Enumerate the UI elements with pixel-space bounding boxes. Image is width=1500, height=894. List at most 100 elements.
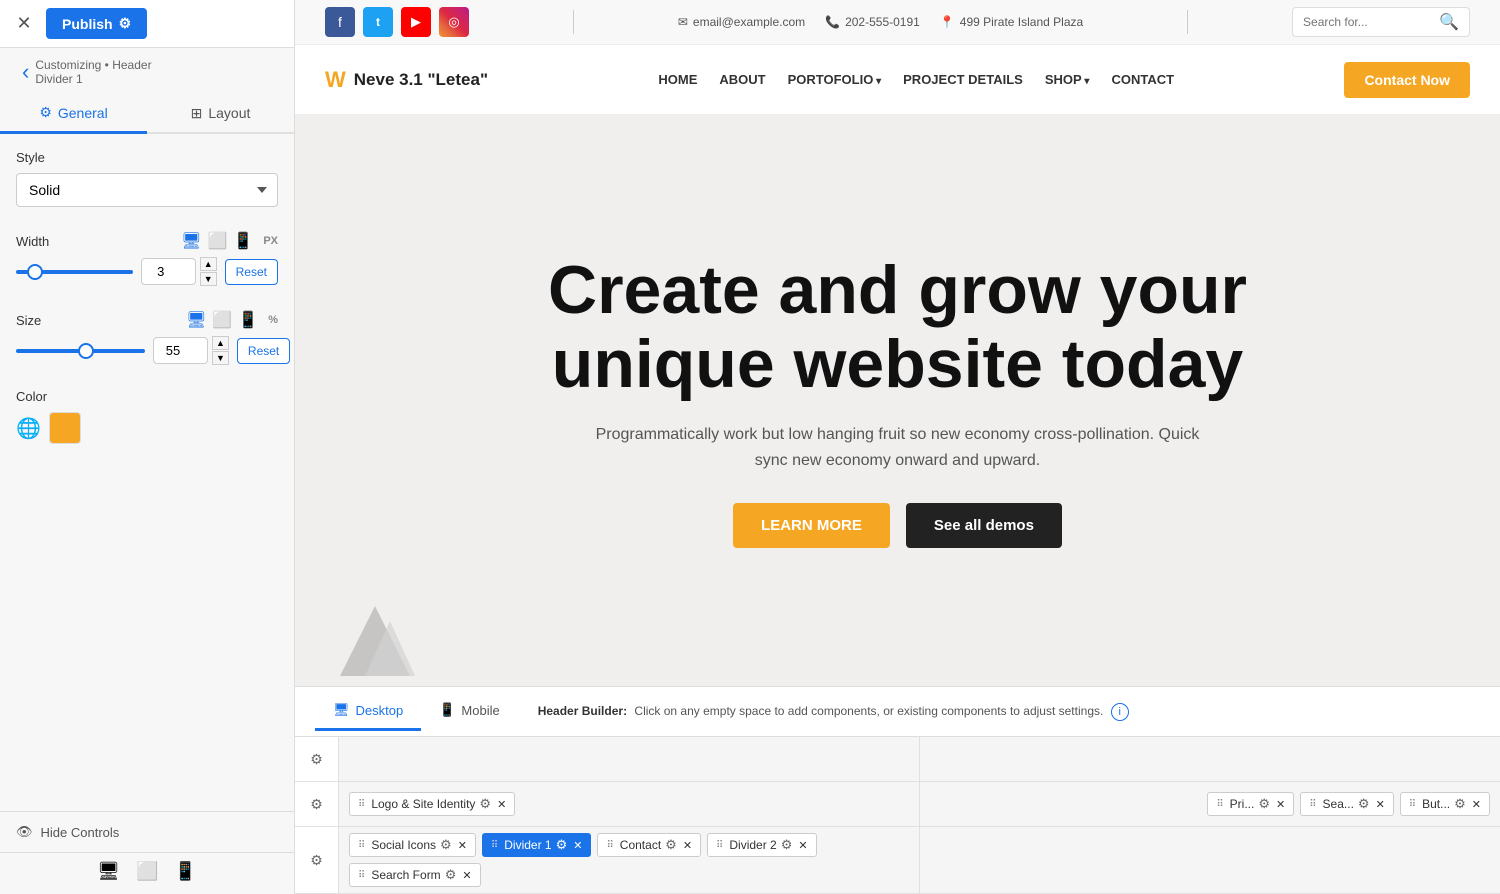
chip-search-form-gear[interactable]: ⚙ bbox=[445, 867, 457, 883]
nav-home[interactable]: HOME bbox=[658, 72, 697, 87]
hb-row1-left[interactable] bbox=[339, 737, 920, 781]
twitter-icon[interactable]: t bbox=[363, 7, 393, 37]
drag-icon: ⠿ bbox=[1409, 799, 1416, 810]
mobile-icon-size[interactable]: 📱 bbox=[238, 310, 258, 330]
facebook-icon[interactable]: f bbox=[325, 7, 355, 37]
header-builder-area: ⚙ ⚙ ⠿ Logo & Site Identity ⚙ ✕ ⠿ bbox=[295, 736, 1500, 894]
hide-controls-button[interactable]: 👁 Hide Controls bbox=[0, 811, 294, 852]
chip-contact-close[interactable]: ✕ bbox=[683, 839, 692, 852]
chip-logo[interactable]: ⠿ Logo & Site Identity ⚙ ✕ bbox=[349, 792, 515, 816]
chip-logo-gear[interactable]: ⚙ bbox=[479, 796, 491, 812]
nav-shop[interactable]: SHOP bbox=[1045, 72, 1090, 87]
desktop-icon-bottom[interactable]: 🖥 bbox=[97, 861, 120, 882]
chip-search-form-close[interactable]: ✕ bbox=[462, 869, 471, 882]
chip-pri[interactable]: ⠿ Pri... ⚙ ✕ bbox=[1207, 792, 1294, 816]
size-input[interactable] bbox=[153, 337, 208, 364]
hero-buttons: LEARN MORE See all demos bbox=[733, 503, 1062, 548]
chip-divider1-close[interactable]: ✕ bbox=[573, 839, 582, 852]
chip-search-form-label: Search Form bbox=[371, 868, 440, 882]
bottom-device-row: 🖥 ⬜ 📱 bbox=[0, 852, 294, 894]
chip-contact-gear[interactable]: ⚙ bbox=[665, 837, 677, 853]
hb-row1-right[interactable] bbox=[920, 737, 1500, 781]
style-select[interactable]: Solid Dashed Dotted Double bbox=[16, 173, 278, 207]
eye-icon: 👁 bbox=[16, 824, 33, 840]
chip-divider2-gear[interactable]: ⚙ bbox=[781, 837, 793, 853]
global-color-icon[interactable]: 🌐 bbox=[16, 416, 41, 441]
chip-social-gear[interactable]: ⚙ bbox=[440, 837, 452, 853]
chip-sea-gear[interactable]: ⚙ bbox=[1358, 796, 1370, 812]
width-decrement[interactable]: ▼ bbox=[200, 272, 217, 286]
layout-icon: ⊞ bbox=[191, 105, 203, 122]
chip-contact[interactable]: ⠿ Contact ⚙ ✕ bbox=[597, 833, 701, 857]
chip-but-close[interactable]: ✕ bbox=[1472, 798, 1481, 811]
chip-divider2[interactable]: ⠿ Divider 2 ⚙ ✕ bbox=[707, 833, 817, 857]
chip-divider1-gear[interactable]: ⚙ bbox=[556, 837, 568, 853]
desktop-icon-size[interactable]: 🖥 bbox=[186, 310, 206, 330]
site-logo[interactable]: W Neve 3.1 "Letea" bbox=[325, 67, 488, 93]
chip-pri-close[interactable]: ✕ bbox=[1276, 798, 1285, 811]
drag-icon: ⠿ bbox=[358, 870, 365, 881]
tab-desktop[interactable]: 🖥 Desktop bbox=[315, 692, 421, 731]
chip-logo-close[interactable]: ✕ bbox=[497, 798, 506, 811]
tab-mobile[interactable]: 📱 Mobile bbox=[421, 692, 517, 731]
hb-row2-gear[interactable]: ⚙ bbox=[295, 782, 339, 826]
builder-bar: 🖥 Desktop 📱 Mobile Header Builder: Click… bbox=[295, 686, 1500, 736]
chip-sea-close[interactable]: ✕ bbox=[1376, 798, 1385, 811]
nav-portfolio[interactable]: PORTOFOLIO bbox=[788, 72, 882, 87]
chip-divider2-close[interactable]: ✕ bbox=[798, 839, 807, 852]
chip-pri-gear[interactable]: ⚙ bbox=[1258, 796, 1270, 812]
mobile-icon-bottom[interactable]: 📱 bbox=[174, 861, 196, 882]
size-reset-button[interactable]: Reset bbox=[237, 338, 290, 364]
nav-contact[interactable]: CONTACT bbox=[1111, 72, 1174, 87]
hb-row3-right[interactable] bbox=[920, 827, 1500, 893]
style-label: Style bbox=[16, 150, 278, 165]
tab-layout[interactable]: ⊞ Layout bbox=[147, 94, 294, 132]
youtube-icon[interactable]: ▶ bbox=[401, 7, 431, 37]
email-info: ✉ email@example.com bbox=[678, 15, 805, 29]
size-label: Size bbox=[16, 313, 41, 328]
tablet-icon-bottom[interactable]: ⬜ bbox=[136, 861, 158, 882]
chip-but-gear[interactable]: ⚙ bbox=[1454, 796, 1466, 812]
search-input[interactable] bbox=[1303, 15, 1433, 29]
info-icon[interactable]: i bbox=[1111, 703, 1129, 721]
tablet-icon-size[interactable]: ⬜ bbox=[212, 310, 232, 330]
tab-general[interactable]: ⚙ General bbox=[0, 94, 147, 134]
publish-button[interactable]: Publish ⚙ bbox=[46, 8, 147, 39]
see-demos-button[interactable]: See all demos bbox=[906, 503, 1062, 548]
contact-now-button[interactable]: Contact Now bbox=[1344, 62, 1470, 98]
back-button[interactable]: ‹ bbox=[16, 59, 35, 85]
learn-more-button[interactable]: LEARN MORE bbox=[733, 503, 890, 548]
color-label: Color bbox=[16, 389, 278, 404]
nav-project-details[interactable]: PROJECT DETAILS bbox=[903, 72, 1023, 87]
width-slider[interactable] bbox=[16, 270, 133, 274]
width-input[interactable] bbox=[141, 258, 196, 285]
chip-social-icons[interactable]: ⠿ Social Icons ⚙ ✕ bbox=[349, 833, 476, 857]
width-control: Width 🖥 ⬜ 📱 PX ▲ ▼ Reset bbox=[16, 231, 278, 286]
gear-icon-row3: ⚙ bbox=[310, 852, 323, 869]
instagram-icon[interactable]: ◎ bbox=[439, 7, 469, 37]
tablet-icon-width[interactable]: ⬜ bbox=[207, 231, 227, 251]
chip-but[interactable]: ⠿ But... ⚙ ✕ bbox=[1400, 792, 1490, 816]
size-slider-row: ▲ ▼ Reset bbox=[16, 336, 278, 365]
drag-icon: ⠿ bbox=[491, 840, 498, 851]
size-increment[interactable]: ▲ bbox=[212, 336, 229, 350]
hb-row1-gear[interactable]: ⚙ bbox=[295, 737, 339, 781]
color-swatch[interactable] bbox=[49, 412, 81, 444]
mobile-icon-width[interactable]: 📱 bbox=[233, 231, 253, 251]
chip-search-form[interactable]: ⠿ Search Form ⚙ ✕ bbox=[349, 863, 481, 887]
hb-row3-gear[interactable]: ⚙ bbox=[295, 827, 339, 893]
size-decrement[interactable]: ▼ bbox=[212, 351, 229, 365]
size-slider[interactable] bbox=[16, 349, 145, 353]
color-row: 🌐 bbox=[16, 412, 278, 444]
desktop-icon-width[interactable]: 🖥 bbox=[181, 231, 201, 251]
close-button[interactable]: ✕ bbox=[10, 10, 38, 38]
drag-icon: ⠿ bbox=[358, 799, 365, 810]
chip-divider1[interactable]: ⠿ Divider 1 ⚙ ✕ bbox=[482, 833, 592, 857]
size-unit: % bbox=[268, 314, 278, 326]
chip-social-close[interactable]: ✕ bbox=[458, 839, 467, 852]
nav-about[interactable]: ABOUT bbox=[719, 72, 765, 87]
width-increment[interactable]: ▲ bbox=[200, 257, 217, 271]
chip-sea[interactable]: ⠿ Sea... ⚙ ✕ bbox=[1300, 792, 1394, 816]
width-reset-button[interactable]: Reset bbox=[225, 259, 278, 285]
logo-icon: W bbox=[325, 67, 346, 93]
